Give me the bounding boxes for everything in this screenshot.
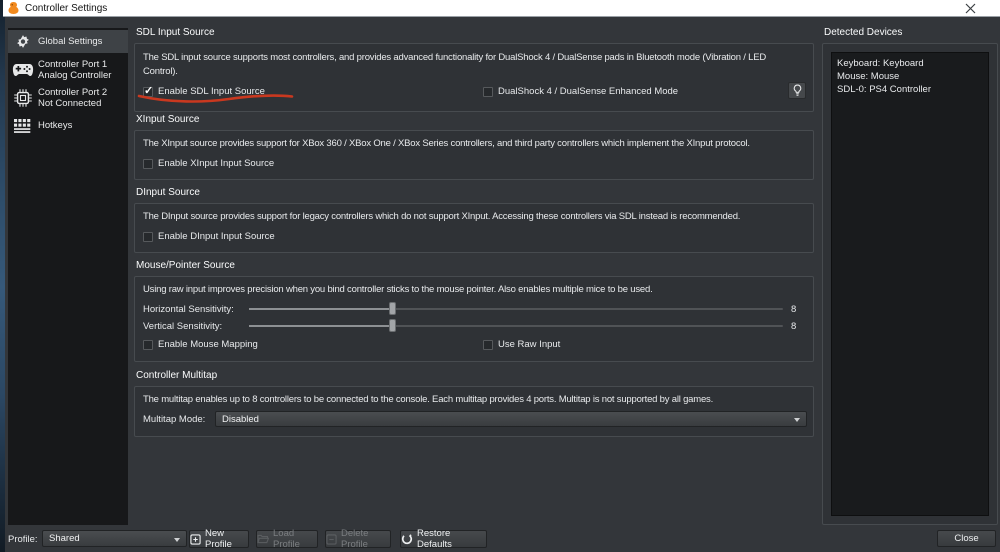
sdl-group-box: The SDL input source supports most contr… [134,43,814,112]
close-button-label: Close [954,533,979,544]
new-profile-icon [190,533,201,545]
controller-settings-dialog: Controller Settings Global Settings Cont… [0,0,1000,552]
use-raw-input-checkbox-row[interactable]: Use Raw Input [483,339,560,350]
xinput-description: The XInput source provides support for X… [143,138,750,149]
multitap-group-box: The multitap enables up to 8 controllers… [134,386,814,437]
chevron-down-icon [794,418,800,422]
vertical-sensitivity-slider[interactable] [249,319,783,332]
multitap-mode-select[interactable]: Disabled [215,411,807,427]
slider-groove-fill [249,325,394,327]
sidebar-item-label: Controller Port 1 [38,58,108,70]
dinput-description: The DInput source provides support for l… [143,211,741,222]
sidebar-item-global-settings[interactable]: Global Settings [8,30,128,53]
folder-open-icon [257,534,269,544]
device-list-item[interactable]: Keyboard: Keyboard [837,57,983,70]
hotkeys-icon [8,118,38,133]
sdl-hint-button[interactable] [788,82,806,99]
dinput-section-heading: DInput Source [136,187,200,198]
horizontal-sensitivity-label: Horizontal Sensitivity: [143,304,234,315]
enable-sdl-label: Enable SDL Input Source [158,86,265,97]
enable-mouse-mapping-label: Enable Mouse Mapping [158,339,258,350]
multitap-mode-value: Disabled [222,413,259,425]
device-list-item[interactable]: Mouse: Mouse [837,70,983,83]
sidebar-item-sublabel: Not Connected [38,98,102,109]
enhanced-mode-label: DualShock 4 / DualSense Enhanced Mode [498,86,679,97]
device-list-item[interactable]: SDL-0: PS4 Controller [837,83,983,96]
enhanced-mode-checkbox-row[interactable]: DualShock 4 / DualSense Enhanced Mode [483,86,678,97]
restore-defaults-button-label: Restore Defaults [417,528,452,550]
vertical-sensitivity-value: 8 [791,321,797,332]
profile-select[interactable]: Shared [42,530,187,547]
xinput-group-box: The XInput source provides support for X… [134,130,814,180]
sidebar-item-label: Global Settings [38,35,103,47]
delete-profile-button[interactable]: Delete Profile [325,528,391,550]
app-logo-icon [8,2,19,14]
load-profile-button-label: Load Profile [273,528,300,550]
xinput-section-heading: XInput Source [136,114,200,125]
window-close-icon[interactable] [965,3,976,14]
gear-icon [8,33,38,51]
detected-devices-heading: Detected Devices [824,27,903,38]
window-title: Controller Settings [25,2,108,14]
slider-handle[interactable] [389,302,397,315]
new-profile-button-label: New Profile [205,528,232,550]
load-profile-button[interactable]: Load Profile [256,528,318,550]
multitap-description: The multitap enables up to 8 controllers… [143,394,714,405]
sidebar-item-controller-port-2[interactable]: Controller Port 2 Not Connected [8,85,128,111]
delete-profile-icon [326,533,337,545]
enable-sdl-checkbox[interactable]: ✓ [143,84,154,97]
sidebar-item-hotkeys[interactable]: Hotkeys [8,114,128,137]
new-profile-button[interactable]: New Profile [189,528,249,550]
detected-devices-list[interactable]: Keyboard: Keyboard Mouse: Mouse SDL-0: P… [831,52,989,516]
horizontal-sensitivity-slider[interactable] [249,302,783,315]
close-button[interactable]: Close [937,530,996,547]
lightbulb-icon [793,84,802,97]
sidebar-item-label: Hotkeys [38,119,73,131]
chip-icon [8,89,38,107]
sidebar-item-sublabel: Analog Controller [38,70,112,81]
title-bar: Controller Settings [3,0,1000,17]
enable-sdl-checkbox-row[interactable]: ✓ Enable SDL Input Source [143,84,265,97]
profile-label: Profile: [8,534,38,545]
use-raw-input-checkbox[interactable] [483,339,493,350]
slider-handle[interactable] [389,319,397,332]
detected-devices-group-box: Keyboard: Keyboard Mouse: Mouse SDL-0: P… [822,43,998,525]
enhanced-mode-checkbox[interactable] [483,86,493,97]
enable-dinput-checkbox-row[interactable]: Enable DInput Input Source [143,231,275,242]
restore-defaults-button[interactable]: Restore Defaults [400,528,487,550]
restore-defaults-icon [401,533,413,545]
sidebar-item-controller-port-1[interactable]: Controller Port 1 Analog Controller [8,57,128,83]
horizontal-sensitivity-value: 8 [791,304,797,315]
chevron-down-icon [174,538,180,542]
mouse-description: Using raw input improves precision when … [143,284,653,295]
use-raw-input-label: Use Raw Input [498,339,561,350]
enable-xinput-checkbox[interactable] [143,158,153,169]
sdl-section-heading: SDL Input Source [136,27,215,38]
enable-dinput-checkbox[interactable] [143,231,153,242]
dinput-group-box: The DInput source provides support for l… [134,203,814,253]
multitap-section-heading: Controller Multitap [136,370,218,381]
slider-groove-fill [249,308,394,310]
profile-select-value: Shared [49,533,80,544]
settings-sidebar: Global Settings Controller Port 1 Analog… [8,28,128,525]
mouse-group-box: Using raw input improves precision when … [134,276,814,362]
delete-profile-button-label: Delete Profile [341,528,369,550]
enable-mouse-mapping-checkbox-row[interactable]: Enable Mouse Mapping [143,339,258,350]
check-icon: ✓ [144,84,154,97]
enable-dinput-label: Enable DInput Input Source [158,231,275,242]
vertical-sensitivity-label: Vertical Sensitivity: [143,321,223,332]
desktop-edge-strip [0,0,5,552]
gamepad-icon [8,63,38,77]
sdl-description: The SDL input source supports most contr… [143,52,767,77]
sidebar-item-label: Controller Port 2 [38,86,108,98]
multitap-mode-label: Multitap Mode: [143,414,206,425]
enable-xinput-label: Enable XInput Input Source [158,158,275,169]
enable-xinput-checkbox-row[interactable]: Enable XInput Input Source [143,158,274,169]
mouse-section-heading: Mouse/Pointer Source [136,260,235,271]
enable-mouse-mapping-checkbox[interactable] [143,339,153,350]
